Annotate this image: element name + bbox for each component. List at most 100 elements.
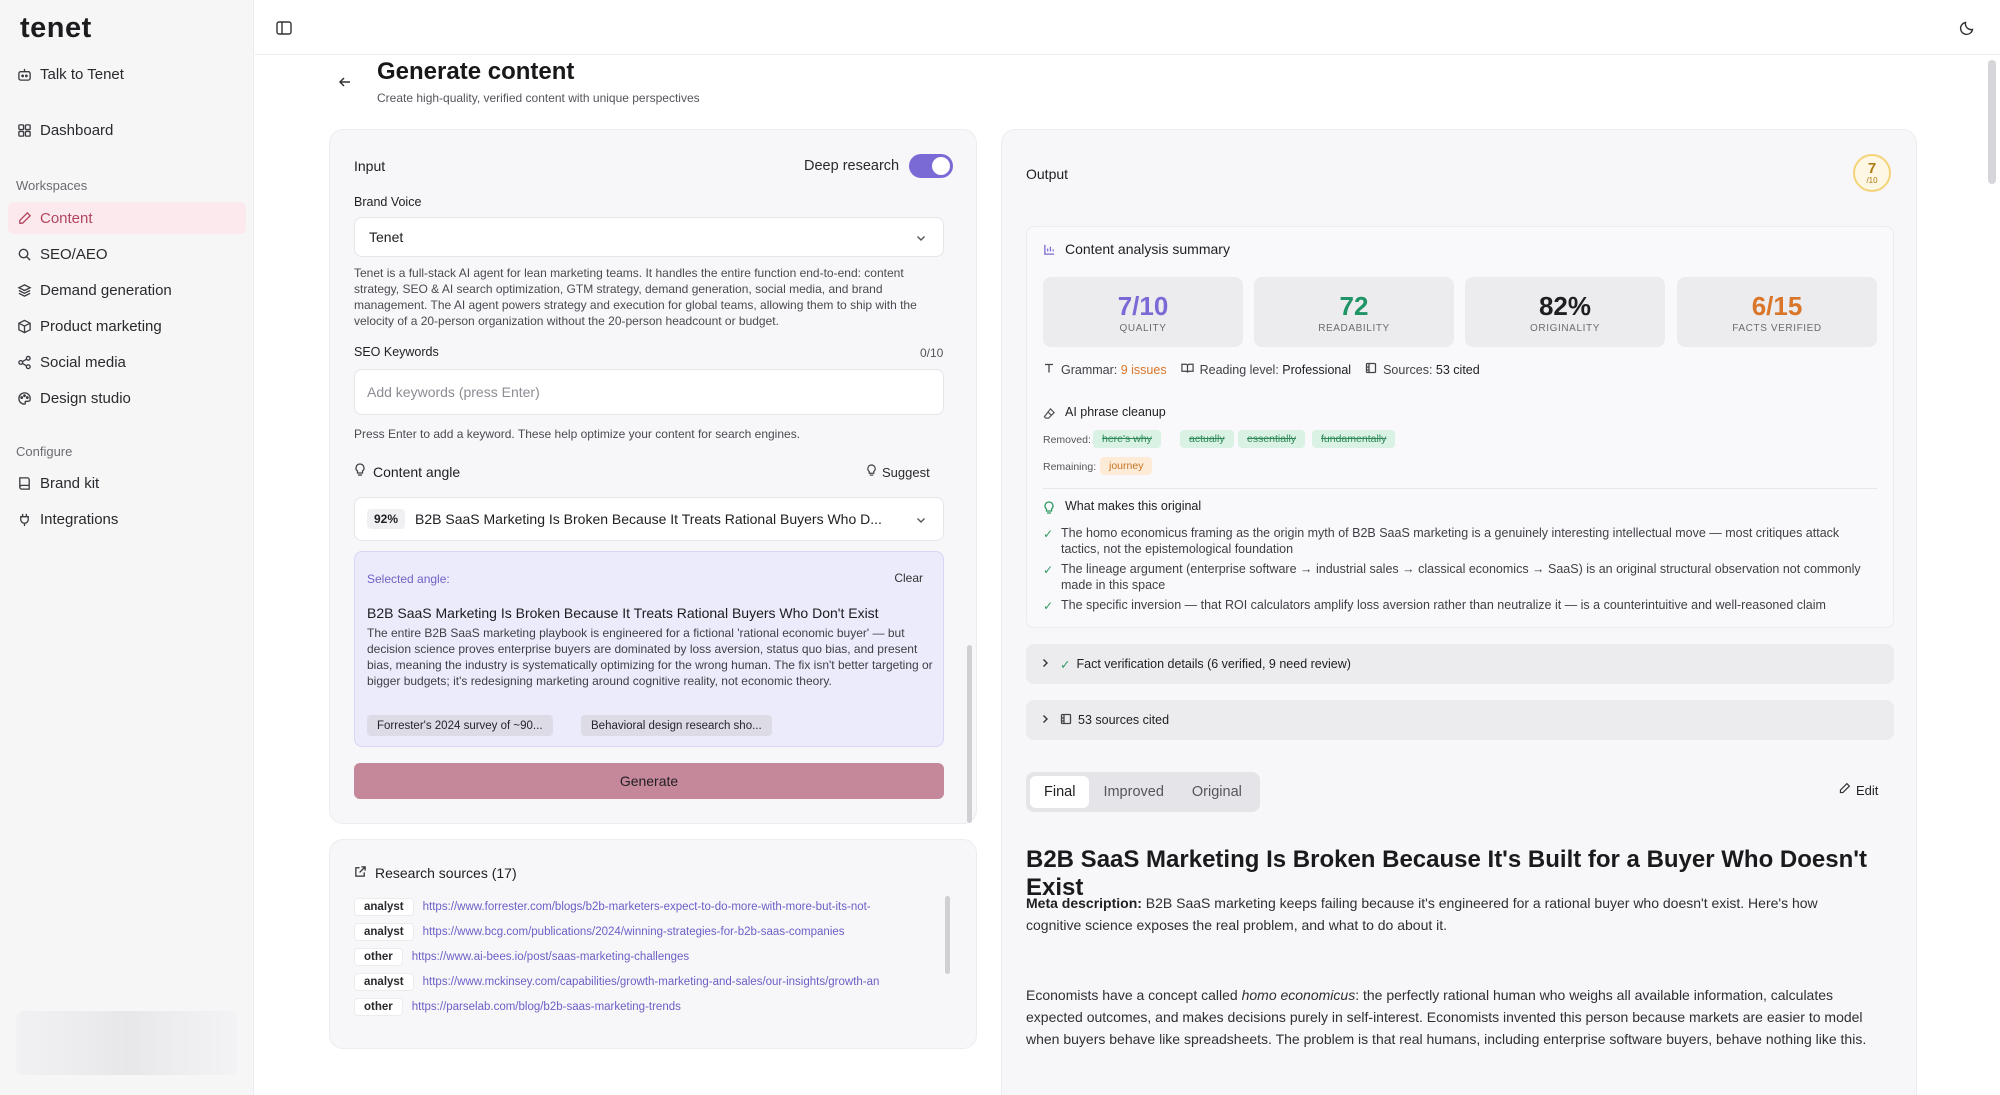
seo-keywords-input[interactable] — [354, 369, 944, 415]
lightbulb-icon — [1043, 501, 1055, 518]
sidebar-item-talk-to-tenet[interactable]: Talk to Tenet — [8, 58, 246, 90]
metric-facts-verified: 6/15 FACTS VERIFIED — [1677, 277, 1877, 347]
research-sources-title: Research sources (17) — [375, 865, 517, 881]
evidence-chip[interactable]: Behavioral design research sho... — [581, 715, 772, 736]
research-sources-header: Research sources (17) — [354, 865, 517, 881]
paragraph-text: Economists have a concept called — [1026, 987, 1242, 1003]
angle-score-badge: 92% — [367, 509, 406, 529]
input-panel-scrollbar[interactable] — [967, 645, 972, 823]
research-sources-scrollbar[interactable] — [945, 896, 950, 974]
reading-level-label: Reading level: — [1199, 362, 1279, 377]
section-label-workspaces: Workspaces — [16, 178, 88, 193]
metric-readability: 72 READABILITY — [1254, 277, 1454, 347]
bar-chart-icon — [1043, 243, 1056, 259]
sidebar-item-label: Content — [40, 209, 93, 227]
search-icon — [16, 246, 32, 262]
sidebar-item-dashboard[interactable]: Dashboard — [8, 114, 246, 146]
evidence-chip[interactable]: Forrester's 2024 survey of ~90... — [367, 715, 553, 736]
sidebar-item-product-marketing[interactable]: Product marketing — [8, 310, 246, 342]
sidebar: tenet Talk to Tenet Dashboard Workspaces… — [0, 0, 254, 1095]
removed-phrase: actually — [1180, 430, 1234, 448]
check-icon: ✓ — [1043, 527, 1054, 541]
output-title: Output — [1026, 166, 1069, 182]
removed-phrase: essentially — [1238, 430, 1306, 448]
bot-icon — [16, 66, 32, 82]
metric-label: READABILITY — [1318, 322, 1390, 334]
paragraph-emphasis: homo economicus — [1241, 987, 1356, 1003]
brand-voice-select[interactable]: Tenet — [354, 217, 944, 257]
selected-angle-body: The entire B2B SaaS marketing playbook i… — [367, 626, 933, 688]
moon-icon[interactable] — [1958, 19, 1976, 37]
sidebar-item-social-media[interactable]: Social media — [8, 346, 246, 378]
check-icon: ✓ — [1060, 657, 1071, 672]
source-link[interactable]: https://parselab.com/blog/b2b-saas-marke… — [412, 1001, 681, 1013]
page-subtitle: Create high-quality, verified content wi… — [377, 91, 700, 105]
meta-description: Meta description: B2B SaaS marketing kee… — [1026, 892, 1876, 936]
top-bar — [255, 0, 2000, 55]
content-angle-select[interactable]: 92% B2B SaaS Marketing Is Broken Because… — [354, 497, 944, 541]
back-button[interactable] — [330, 68, 360, 98]
selected-angle-title: B2B SaaS Marketing Is Broken Because It … — [367, 605, 879, 621]
tab-improved[interactable]: Improved — [1089, 776, 1177, 808]
originality-point-text: The specific inversion — that ROI calcul… — [1061, 598, 1826, 612]
source-link[interactable]: https://www.ai-bees.io/post/saas-marketi… — [412, 951, 689, 963]
metric-originality: 82% ORIGINALITY — [1465, 277, 1665, 347]
source-row: analyst https://www.mckinsey.com/capabil… — [354, 971, 879, 993]
lightbulb-icon — [354, 463, 366, 480]
sources-cited-toggle[interactable]: 53 sources cited — [1026, 700, 1894, 740]
book-open-icon — [1180, 362, 1194, 377]
grid-icon — [16, 122, 32, 138]
selected-angle-card: Selected angle: Clear B2B SaaS Marketing… — [354, 551, 944, 747]
sidebar-item-content[interactable]: Content — [8, 202, 246, 234]
source-tag: other — [354, 948, 403, 966]
sidebar-item-demand-generation[interactable]: Demand generation — [8, 274, 246, 306]
content-angle-value: B2B SaaS Marketing Is Broken Because It … — [415, 511, 882, 527]
sidebar-toggle-icon[interactable] — [275, 19, 293, 37]
source-row: other https://parselab.com/blog/b2b-saas… — [354, 996, 681, 1018]
clear-angle-button[interactable]: Clear — [894, 571, 923, 585]
fact-verification-toggle[interactable]: ✓ Fact verification details (6 verified,… — [1026, 644, 1894, 684]
brand-voice-label: Brand Voice — [354, 195, 422, 209]
source-link[interactable]: https://www.mckinsey.com/capabilities/gr… — [423, 976, 880, 988]
metric-quality: 7/10 QUALITY — [1043, 277, 1243, 347]
divider — [1043, 488, 1877, 489]
overall-score-value: 7 — [1867, 159, 1877, 177]
share-icon — [16, 354, 32, 370]
originality-point: ✓ The lineage argument (enterprise softw… — [1043, 561, 1881, 593]
arrow-left-icon — [338, 75, 352, 92]
content-analysis-summary: Content analysis summary 7/10 QUALITY 72… — [1026, 226, 1894, 628]
tab-original[interactable]: Original — [1178, 776, 1256, 808]
sidebar-item-integrations[interactable]: Integrations — [8, 503, 246, 535]
generate-button[interactable]: Generate — [354, 763, 944, 799]
page-scrollbar[interactable] — [1988, 60, 1996, 184]
metric-value: 72 — [1339, 290, 1369, 321]
library-icon — [1365, 362, 1377, 377]
meta-description-text: B2B SaaS marketing keeps failing because… — [1026, 895, 1818, 933]
source-link[interactable]: https://www.bcg.com/publications/2024/wi… — [423, 926, 845, 938]
app-logo[interactable]: tenet — [20, 12, 92, 45]
seo-keywords-label: SEO Keywords — [354, 345, 439, 359]
output-panel: Output 7 /10 Content analysis summary 7/… — [1001, 129, 1917, 1095]
edit-button[interactable]: Edit — [1838, 782, 1878, 798]
tab-final[interactable]: Final — [1030, 776, 1090, 808]
meta-description-label: Meta description: — [1026, 895, 1142, 911]
metric-value: 6/15 — [1751, 290, 1803, 321]
source-link[interactable]: https://www.forrester.com/blogs/b2b-mark… — [423, 901, 871, 913]
sidebar-item-brand-kit[interactable]: Brand kit — [8, 467, 246, 499]
suggest-button[interactable]: Suggest — [866, 464, 930, 480]
plug-icon — [16, 511, 32, 527]
sidebar-item-design-studio[interactable]: Design studio — [8, 382, 246, 414]
brand-voice-description: Tenet is a full-stack AI agent for lean … — [354, 266, 917, 328]
deep-research-toggle[interactable] — [909, 154, 953, 178]
source-tag: analyst — [354, 923, 414, 941]
overall-score-ring: 7 /10 — [1853, 154, 1891, 192]
originality-point: ✓ The homo economicus framing as the ori… — [1043, 525, 1881, 557]
removed-phrase: fundamentally — [1312, 430, 1396, 448]
chevron-down-icon — [915, 513, 927, 525]
user-profile-card[interactable] — [16, 1011, 238, 1075]
sidebar-item-seo-aeo[interactable]: SEO/AEO — [8, 238, 246, 270]
overall-score-denominator: /10 — [1866, 175, 1878, 185]
originality-point-text: The lineage argument (enterprise softwar… — [1061, 562, 1861, 592]
external-link-icon — [354, 865, 367, 881]
palette-icon — [16, 390, 32, 406]
